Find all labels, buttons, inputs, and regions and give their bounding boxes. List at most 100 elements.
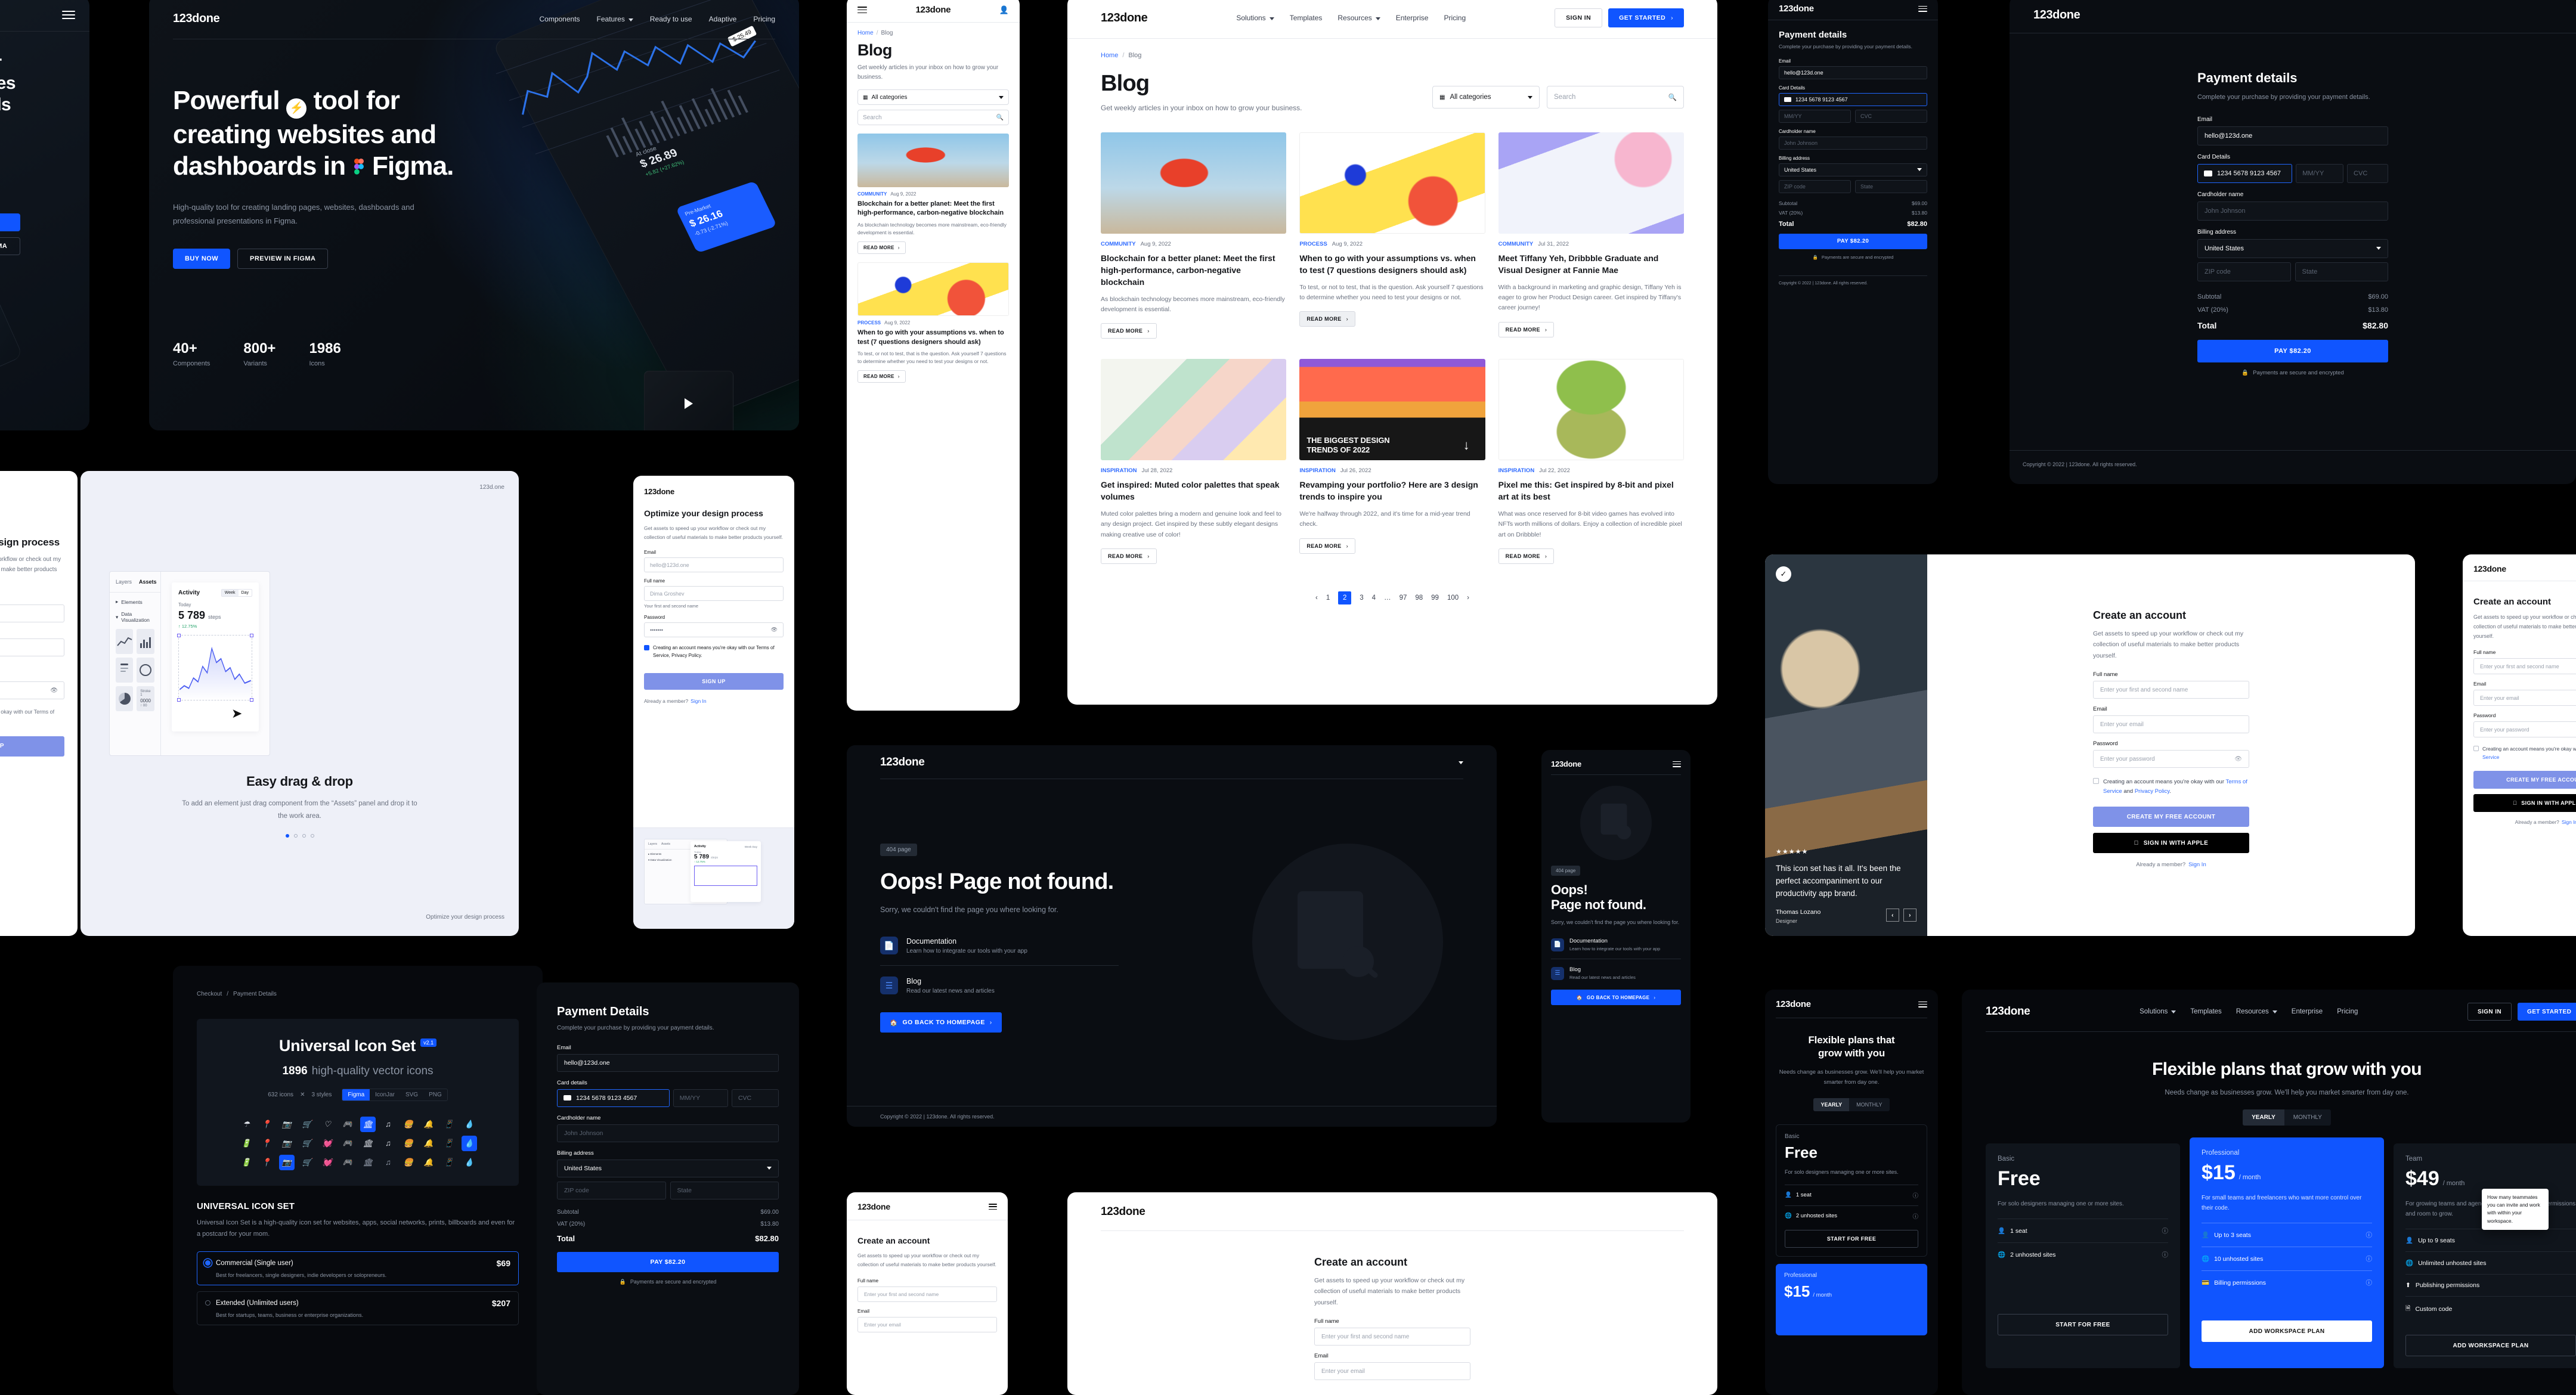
plan-cta-button[interactable]: ADD WORKSPACE PLAN: [2202, 1320, 2372, 1342]
hamburger-icon[interactable]: [857, 7, 867, 13]
state-field[interactable]: State: [1855, 179, 1927, 193]
toggle-monthly[interactable]: MONTHLY: [1849, 1098, 1889, 1111]
format-png[interactable]: PNG: [423, 1089, 447, 1100]
nav-item-components[interactable]: Components: [539, 15, 580, 23]
cardholder-field[interactable]: John Johnson: [2197, 201, 2388, 221]
pay-button[interactable]: PAY $82.20: [557, 1251, 779, 1272]
asset-bar-chart[interactable]: [137, 629, 154, 654]
email-field[interactable]: Enter your email: [2093, 715, 2249, 734]
nav-item-adaptive[interactable]: Adaptive: [709, 15, 737, 23]
country-select[interactable]: United States: [557, 1159, 779, 1177]
list-item[interactable]: 📄 Documentation Learn how to integrate o…: [880, 937, 1119, 954]
pay-button[interactable]: PAY $82.20: [2197, 339, 2388, 362]
zip-field[interactable]: ZIP code: [557, 1181, 666, 1199]
expiry-field[interactable]: MM/YY: [1779, 109, 1851, 123]
fullname-field[interactable]: Dima Groshev: [0, 638, 64, 656]
plan-cta-button[interactable]: START FOR FREE: [1998, 1314, 2168, 1335]
breadcrumb-checkout[interactable]: Checkout: [197, 991, 222, 997]
fullname-field[interactable]: Enter your first and second name: [1314, 1328, 1470, 1346]
sign-in-link[interactable]: Sign In: [2562, 819, 2576, 825]
nav-item-pricing[interactable]: Pricing: [1444, 14, 1466, 22]
get-started-button[interactable]: GET STARTED: [1608, 8, 1684, 27]
page-4[interactable]: 4: [1372, 594, 1376, 602]
read-more-button[interactable]: READ MORE: [1498, 548, 1555, 564]
nav-item-ready-to-use[interactable]: Ready to use: [650, 15, 692, 23]
nav-item-solutions[interactable]: Solutions: [2140, 1008, 2176, 1015]
carousel-prev-button[interactable]: ‹: [1886, 909, 1899, 922]
create-account-button[interactable]: CREATE MY FREE ACCOUNT: [2473, 771, 2576, 789]
tab-assets[interactable]: Assets: [139, 579, 157, 585]
email-field[interactable]: hello@123d.one: [2197, 126, 2388, 145]
fullname-field[interactable]: Enter your first and second name: [2093, 681, 2249, 699]
tab-layers[interactable]: Layers: [116, 579, 132, 585]
card-number-field[interactable]: 1234 5678 9123 4567: [1779, 92, 1927, 106]
license-option-extended[interactable]: Extended (Unlimited users) $207 Best for…: [197, 1291, 519, 1325]
billing-toggle[interactable]: YEARLY MONTHLY: [1813, 1098, 1890, 1112]
page-99[interactable]: 99: [1431, 594, 1439, 602]
page-3[interactable]: 3: [1360, 594, 1363, 602]
carousel-next-button[interactable]: ›: [1903, 909, 1916, 922]
info-icon[interactable]: ⓘ: [2366, 1278, 2373, 1287]
read-more-button[interactable]: READ MORE: [857, 241, 906, 255]
email-field[interactable]: hello@123d.one: [1779, 66, 1927, 79]
state-field[interactable]: State: [670, 1181, 779, 1199]
billing-toggle[interactable]: YEARLY MONTHLY: [2243, 1109, 2331, 1126]
info-icon[interactable]: ⓘ: [2162, 1226, 2169, 1235]
search-input[interactable]: Search 🔍: [857, 110, 1009, 125]
create-account-button[interactable]: CREATE MY FREE ACCOUNT: [2093, 807, 2249, 827]
hamburger-icon[interactable]: [62, 11, 75, 19]
list-item[interactable]: ☰ Blog Read our latest news and articles: [880, 976, 1119, 994]
sign-in-apple-button[interactable]: SIGN IN WITH APPLE: [2093, 833, 2249, 854]
list-item[interactable]: COMMUNITY Aug 9, 2022 Blockchain for a b…: [857, 134, 1009, 255]
asset-donut[interactable]: [137, 658, 154, 683]
hero-preview-tile[interactable]: [644, 371, 733, 430]
toggle-yearly[interactable]: YEARLY: [1813, 1098, 1850, 1112]
page-1[interactable]: 1: [1326, 594, 1330, 602]
page-100[interactable]: 100: [1447, 594, 1459, 602]
toggle-monthly[interactable]: MONTHLY: [2284, 1109, 2331, 1126]
read-more-button[interactable]: READ MORE: [857, 370, 906, 383]
prev-page-button[interactable]: ‹: [1315, 594, 1318, 602]
fullname-field[interactable]: Dima Groshev: [644, 586, 784, 602]
account-icon[interactable]: 👤: [999, 5, 1009, 15]
pay-button[interactable]: PAY $82.20: [1779, 233, 1927, 249]
carousel-dots[interactable]: [80, 834, 519, 838]
sign-up-button[interactable]: SIGN UP: [644, 672, 784, 690]
format-svg[interactable]: SVG: [400, 1089, 423, 1100]
info-icon[interactable]: ⓘ: [2366, 1254, 2373, 1263]
search-input[interactable]: Search 🔍: [1547, 86, 1684, 108]
card-number-field[interactable]: 1234 5678 9123 4567: [557, 1089, 670, 1107]
consent-checkbox[interactable]: [2093, 778, 2099, 785]
country-select[interactable]: United States: [2197, 238, 2388, 258]
read-more-button[interactable]: READ MORE: [1299, 311, 1355, 327]
fullname-field[interactable]: Enter your first and second name: [857, 1286, 997, 1302]
hamburger-icon[interactable]: [1918, 5, 1927, 12]
go-home-button[interactable]: 🏠 GO BACK TO HOMEPAGE: [880, 1012, 1002, 1033]
info-icon[interactable]: ⓘ: [1912, 1212, 1918, 1220]
format-figma[interactable]: Figma: [342, 1089, 370, 1100]
activity-toggle[interactable]: Week Day: [221, 589, 252, 597]
read-more-button[interactable]: READ MORE: [1498, 321, 1555, 337]
sign-up-button[interactable]: SIGN UP: [0, 736, 64, 757]
hamburger-icon[interactable]: [1918, 1001, 1927, 1008]
tree-item-data-visualization[interactable]: ▾ Data Visualization: [116, 611, 154, 623]
zip-field[interactable]: ZIP code: [2197, 262, 2291, 281]
asset-line-chart[interactable]: [116, 629, 134, 654]
read-more-button[interactable]: READ MORE: [1299, 538, 1355, 554]
card[interactable]: THE BIGGEST DESIGN TRENDS OF 2022 ↓ INSP…: [1299, 359, 1485, 564]
next-page-button[interactable]: ›: [1467, 594, 1469, 602]
nav-item-enterprise[interactable]: Enterprise: [1396, 14, 1429, 22]
sign-in-link[interactable]: Sign In: [2188, 861, 2206, 868]
format-tabs[interactable]: Figma IconJar SVG PNG: [342, 1089, 448, 1101]
get-started-button[interactable]: GET STARTED: [2518, 1003, 2576, 1021]
card[interactable]: COMMUNITY Jul 31, 2022 Meet Tiffany Yeh,…: [1498, 132, 1684, 339]
mobile-preview-button[interactable]: VIEW IN FIGMA: [0, 237, 20, 256]
email-field[interactable]: hello@123d.one: [644, 557, 784, 573]
email-field[interactable]: Enter your email: [2473, 690, 2576, 706]
fullname-field[interactable]: Enter your first and second name: [2473, 658, 2576, 675]
list-item[interactable]: ☰ Blog Read our latest news and articles: [1551, 966, 1681, 980]
page-2-active[interactable]: 2: [1338, 591, 1352, 604]
card[interactable]: INSPIRATION Jul 22, 2022 Pixel me this: …: [1498, 359, 1684, 564]
privacy-link[interactable]: Privacy Policy: [2135, 788, 2169, 795]
expiry-field[interactable]: MM/YY: [2296, 163, 2344, 183]
